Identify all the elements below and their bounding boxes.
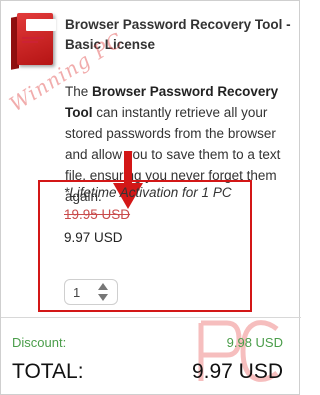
- decrement-arrow-icon[interactable]: [98, 294, 108, 301]
- sale-price: 9.97 USD: [64, 230, 123, 245]
- activation-label: *Lifetime Activation for 1 PC: [64, 185, 232, 200]
- description-prefix: The: [65, 84, 93, 99]
- quantity-stepper[interactable]: 1: [64, 279, 118, 305]
- total-label: TOTAL:: [12, 360, 84, 383]
- quantity-value[interactable]: 1: [73, 285, 80, 300]
- discount-label: Discount:: [12, 335, 67, 350]
- software-box-icon: [11, 13, 56, 75]
- discount-value: 9.98 USD: [226, 335, 283, 350]
- cart-panel: Browser Password Recovery Tool - Basic L…: [0, 0, 301, 395]
- increment-arrow-icon[interactable]: [98, 283, 108, 290]
- original-price: 19.95 USD: [64, 207, 131, 222]
- total-value: 9.97 USD: [191, 360, 283, 383]
